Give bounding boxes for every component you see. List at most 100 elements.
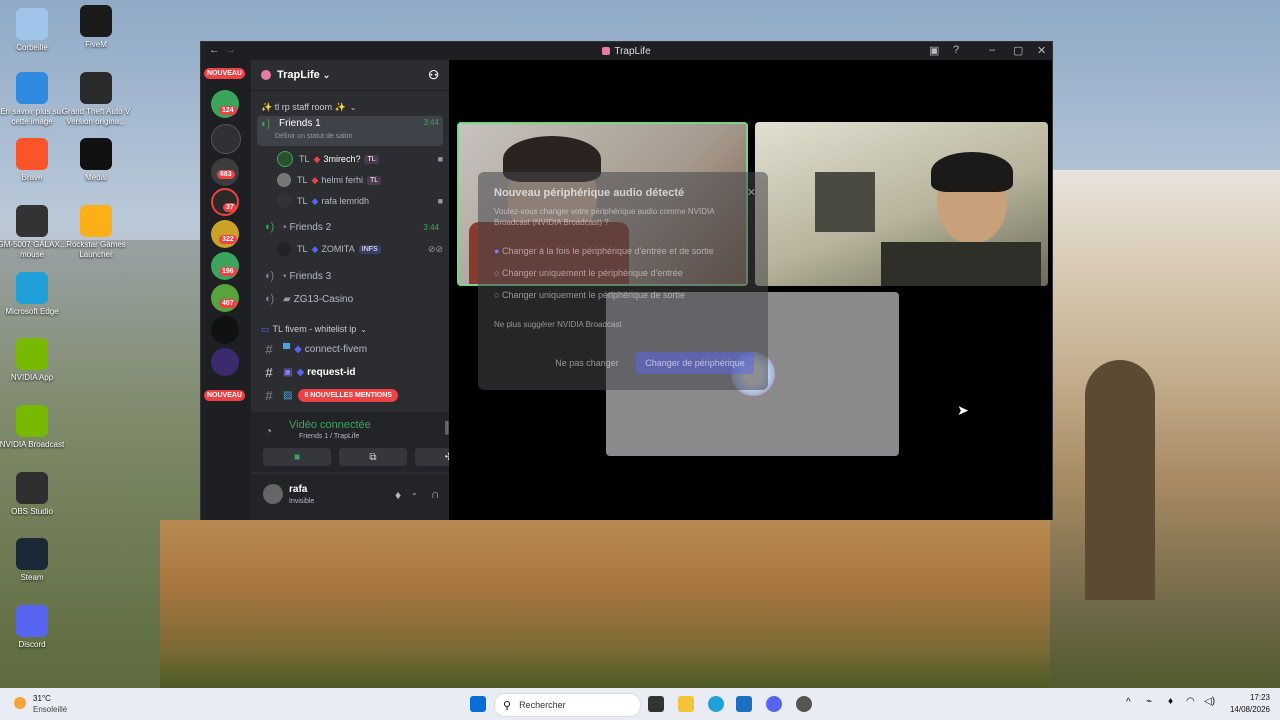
rockstar-icon — [80, 205, 112, 237]
new-mentions-pill[interactable]: 8 NOUVELLES MENTIONS — [298, 388, 398, 402]
server-icon-8[interactable] — [211, 316, 239, 344]
avatar[interactable] — [263, 484, 283, 504]
option-output-radio[interactable]: ○ Changer uniquement le périphérique de … — [494, 290, 685, 300]
search-box[interactable]: ⚲ Rechercher — [494, 693, 641, 717]
server-icon-9[interactable] — [211, 348, 239, 376]
channel-timer: 3:44 — [423, 222, 439, 232]
nvidia-icon — [16, 338, 48, 370]
weather-temp[interactable]: 31°C — [33, 694, 51, 703]
discord-taskbar-icon[interactable] — [766, 696, 782, 712]
steam-icon — [16, 538, 48, 570]
app-taskbar-icon[interactable] — [796, 696, 812, 712]
desktop-shortcut[interactable]: Medal — [61, 138, 131, 183]
voice-channel-friends-3[interactable]: ◖) • Friends 3 — [261, 267, 443, 285]
desktop-shortcut[interactable]: En savoir plus sur cette image — [0, 72, 67, 127]
edge-taskbar-icon[interactable] — [708, 696, 724, 712]
close-button[interactable]: ✕ — [1037, 44, 1046, 57]
weather-desc[interactable]: Ensoleillé — [33, 705, 67, 714]
desktop-shortcut[interactable]: NVIDIA App — [0, 338, 67, 383]
volume-icon[interactable]: ◁) — [1204, 696, 1215, 707]
desktop-shortcut[interactable]: OBS Studio — [0, 472, 67, 517]
desktop-shortcut[interactable]: Microsoft Edge — [0, 272, 67, 317]
channel-status-placeholder[interactable]: Définir un statut de salon — [275, 133, 352, 140]
desktop-shortcut[interactable]: GM-5007 GALAX... mouse — [0, 205, 67, 260]
avatar — [277, 242, 291, 256]
new-badge-bottom[interactable]: NOUVEAU — [204, 390, 246, 401]
file-explorer-icon[interactable] — [678, 696, 694, 712]
server-header[interactable]: TrapLife ⌄ ⚇ — [251, 60, 449, 91]
voice-member-row[interactable]: TL ◆ rafa lemridh ■ — [277, 192, 443, 210]
desktop-shortcut[interactable]: Brave — [0, 138, 67, 183]
confirm-button[interactable]: Changer de périphérique — [636, 352, 754, 374]
desktop-shortcut-label: Medal — [85, 173, 107, 182]
maximize-button[interactable]: ▢ — [1013, 44, 1023, 57]
desktop-shortcut-label: Grand Theft Auto V Version origina... — [61, 107, 131, 126]
text-channel-request-id[interactable]: # ▣ ◆ request-id — [261, 363, 443, 381]
voice-member-row[interactable]: TL ◆ 3mirech? TL ■ — [277, 150, 443, 168]
recycle-bin-icon — [16, 8, 48, 40]
hash-icon: # — [265, 341, 273, 357]
wifi-icon[interactable]: ◠ — [1186, 696, 1195, 707]
member-tag: TL — [366, 175, 382, 185]
dont-suggest-checkbox[interactable]: Ne plus suggérer NVIDIA Broadcast — [494, 320, 622, 329]
add-member-icon[interactable]: ⚇ — [428, 68, 439, 82]
diamond-icon: ◆ — [311, 243, 319, 254]
text-channel-row[interactable]: # ▨ 8 NOUVELLES MENTIONS — [261, 386, 443, 404]
desktop-shortcut[interactable]: Discord — [0, 605, 67, 650]
microphone-icon[interactable]: ♦ — [395, 488, 401, 502]
option-input-radio[interactable]: ○ Changer uniquement le périphérique d'e… — [494, 268, 683, 278]
task-view-icon[interactable] — [648, 696, 664, 712]
diamond-icon: ◆ — [311, 195, 319, 206]
image-emoji-icon: ▨ — [283, 389, 293, 401]
microphone-tray-icon[interactable]: ♦ — [1168, 696, 1173, 707]
chevron-down-icon[interactable]: ⌄ — [411, 488, 418, 497]
cancel-button[interactable]: Ne pas changer — [542, 352, 632, 374]
clock-date[interactable]: 14/08/2026 — [1224, 705, 1270, 714]
camera-button[interactable]: ■ — [263, 448, 331, 466]
video-tile[interactable] — [755, 122, 1048, 286]
voice-channel-friends-1[interactable]: ◖) Friends 1 3:44 Définir un statut de s… — [257, 116, 443, 146]
desktop-shortcut[interactable]: Rockstar Games Launcher — [61, 205, 131, 260]
new-badge-top[interactable]: NOUVEAU — [204, 68, 246, 79]
screen-share-button[interactable]: ⧉ — [339, 448, 407, 466]
desktop-shortcut-label: FiveM — [85, 40, 107, 49]
voice-channel-casino[interactable]: ◖) ▰ ZG13-Casino — [261, 290, 443, 308]
server-icon-2[interactable] — [211, 124, 241, 154]
minimize-button[interactable]: – — [989, 44, 995, 56]
text-channel-connect-fivem[interactable]: # ▀ ◆ connect-fivem — [261, 340, 443, 358]
clock-time[interactable]: 17:23 — [1236, 693, 1270, 702]
desktop-shortcut[interactable]: Grand Theft Auto V Version origina... — [61, 72, 131, 127]
avatar — [277, 194, 291, 208]
close-icon[interactable]: ✕ — [747, 186, 756, 199]
desktop-shortcut-label: GM-5007 GALAX... mouse — [0, 240, 67, 259]
desktop-shortcut[interactable]: Steam — [0, 538, 67, 583]
sun-weather-icon[interactable] — [14, 697, 26, 709]
store-icon[interactable] — [736, 696, 752, 712]
screen-share-icon: ⧉ — [369, 451, 377, 463]
category-staff-room[interactable]: ✨ tl rp staff room ✨ ⌄ — [261, 98, 443, 116]
camera-icon: ■ — [437, 154, 443, 164]
server-icon-4[interactable] — [211, 188, 239, 216]
signal-icon: ◔ — [265, 424, 273, 438]
headphones-icon[interactable]: ∩ — [431, 487, 440, 501]
voice-member-row[interactable]: TL ◆ helmi ferhi TL — [277, 171, 443, 189]
chevron-up-icon[interactable]: ^ — [1126, 697, 1131, 708]
dialog-title: Nouveau périphérique audio détecté — [494, 187, 685, 199]
help-icon[interactable]: ? — [953, 44, 959, 56]
desktop-shortcut[interactable]: Corbeille — [0, 8, 67, 53]
voice-channel-friends-2[interactable]: ◖) • Friends 2 3:44 — [261, 218, 443, 236]
server-badge-1: 124 — [219, 106, 237, 115]
desktop-shortcut-label: Steam — [20, 573, 44, 582]
voice-member-row[interactable]: TL ◆ ZOMITA INFS ⊘⊘ — [277, 240, 443, 258]
desktop-shortcut[interactable]: FiveM — [61, 5, 131, 50]
desktop-shortcut[interactable]: NVIDIA Broadcast — [0, 405, 67, 450]
option-both-radio[interactable]: ● Changer à la fois le périphérique d'en… — [494, 246, 714, 256]
network-icon[interactable]: ⌁ — [1146, 696, 1152, 707]
start-windows-icon[interactable] — [470, 696, 486, 712]
voice-location[interactable]: Friends 1 / TrapLife — [299, 433, 359, 440]
nvidia-broadcast-icon — [16, 405, 48, 437]
category-whitelist[interactable]: ▭ TL fivem - whitelist ip ⌄ — [261, 320, 443, 338]
username: rafa — [289, 484, 308, 495]
chevron-down-icon: ⌄ — [349, 102, 357, 112]
inbox-icon[interactable]: ▣ — [929, 44, 939, 57]
